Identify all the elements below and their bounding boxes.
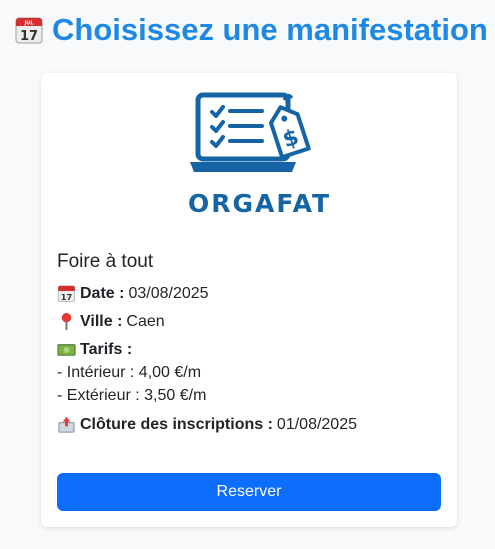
svg-text:JUL: JUL [23, 21, 34, 27]
closing-line: Clôture des inscriptions : 01/08/2025 [57, 415, 357, 434]
orgafat-logo: $ ORGAFAT [188, 90, 332, 218]
reserve-button[interactable]: Reserver [57, 473, 441, 511]
tarifs-line: Tarifs : [57, 340, 132, 359]
calendar-icon: 17 [57, 284, 76, 303]
calendar-icon: JUL 17 [14, 15, 44, 45]
city-line: Ville : Caen [57, 312, 165, 331]
pin-icon [57, 312, 76, 331]
closing-value: 01/08/2025 [276, 415, 357, 433]
event-card: $ ORGAFAT Foire à tout 17 Date : 03/08/2… [41, 73, 457, 527]
tarif-interior: - Intérieur : 4,00 €/m [57, 364, 202, 381]
logo-text: ORGAFAT [188, 189, 332, 218]
city-value: Caen [126, 312, 165, 330]
tarif-exterior: - Extérieur : 3,50 €/m [57, 387, 207, 404]
svg-text:17: 17 [61, 292, 73, 302]
page-title-text: Choisissez une manifestation : [52, 12, 495, 47]
closing-label: Clôture des inscriptions : [80, 415, 273, 433]
event-name: Foire à tout [57, 251, 154, 272]
svg-text:17: 17 [20, 29, 38, 44]
inbox-icon [57, 415, 76, 434]
money-icon [57, 340, 76, 359]
city-label: Ville : [80, 312, 123, 330]
tarifs-label: Tarifs : [80, 340, 133, 358]
page-title: JUL 17 Choisissez une manifestation : [14, 12, 495, 48]
date-value: 03/08/2025 [128, 284, 209, 302]
date-label: Date : [80, 284, 125, 302]
date-line: 17 Date : 03/08/2025 [57, 284, 209, 303]
